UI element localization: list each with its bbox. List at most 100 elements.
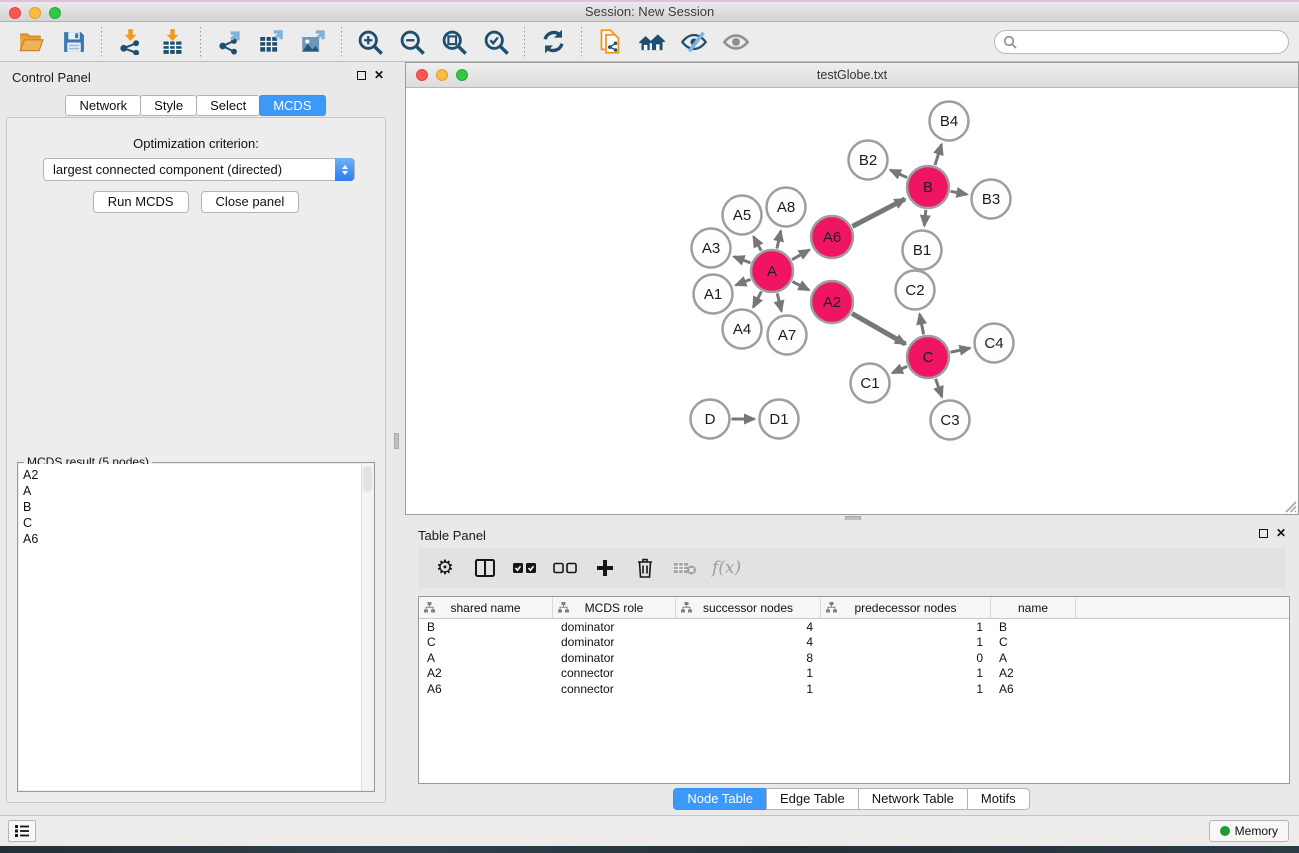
zoom-out-icon[interactable]	[395, 26, 429, 58]
deselect-all-icon[interactable]	[552, 555, 578, 581]
node-A[interactable]: A	[751, 250, 793, 292]
cell-name[interactable]: A6	[991, 682, 1076, 696]
node-B2[interactable]: B2	[849, 141, 888, 180]
close-panel-icon[interactable]: ✕	[374, 70, 384, 80]
save-session-icon[interactable]	[56, 26, 90, 58]
node-C4[interactable]: C4	[975, 324, 1014, 363]
zoom-fit-icon[interactable]	[437, 26, 471, 58]
cell-successor-nodes[interactable]: 4	[676, 620, 821, 634]
cell-shared-name[interactable]: A6	[419, 682, 553, 696]
networks-home-icon[interactable]	[635, 26, 669, 58]
edge-A2-C[interactable]	[852, 313, 905, 344]
cell-successor-nodes[interactable]: 8	[676, 651, 821, 665]
tab-style[interactable]: Style	[140, 95, 197, 116]
edge-B-B2[interactable]	[890, 170, 907, 178]
tab-edge-table[interactable]: Edge Table	[766, 788, 859, 810]
tab-network[interactable]: Network	[65, 95, 141, 116]
cell-name[interactable]: A	[991, 651, 1076, 665]
column-layout-icon[interactable]	[472, 555, 498, 581]
cell-successor-nodes[interactable]: 1	[676, 666, 821, 680]
result-scrollbar[interactable]	[361, 464, 373, 790]
run-mcds-button[interactable]: Run MCDS	[93, 191, 189, 213]
node-D[interactable]: D	[691, 400, 730, 439]
zoom-in-icon[interactable]	[353, 26, 387, 58]
mcds-result-list[interactable]: A2ABCA6	[19, 464, 361, 790]
edge-A-A5[interactable]	[754, 237, 762, 251]
tab-node-table[interactable]: Node Table	[673, 788, 767, 810]
table-row[interactable]: Bdominator41B	[419, 619, 1289, 635]
zoom-selected-icon[interactable]	[479, 26, 513, 58]
node-C3[interactable]: C3	[931, 401, 970, 440]
node-A6[interactable]: A6	[811, 216, 853, 258]
node-A4[interactable]: A4	[723, 310, 762, 349]
edge-A-A2[interactable]	[792, 282, 808, 291]
export-image-icon[interactable]	[296, 26, 330, 58]
column-header-MCDS-role[interactable]: MCDS role	[553, 597, 676, 618]
edge-A-A4[interactable]	[753, 291, 761, 307]
cell-MCDS-role[interactable]: dominator	[553, 635, 676, 649]
open-file-icon[interactable]	[14, 26, 48, 58]
export-network-icon[interactable]	[212, 26, 246, 58]
duplicate-network-icon[interactable]	[593, 26, 627, 58]
search-input[interactable]	[994, 30, 1289, 54]
result-item[interactable]: C	[23, 515, 361, 531]
edge-C-C2[interactable]	[920, 314, 924, 334]
table-row[interactable]: A2connector11A2	[419, 666, 1289, 682]
node-B1[interactable]: B1	[903, 231, 942, 270]
edge-A-A3[interactable]	[734, 257, 751, 263]
criterion-select[interactable]: largest connected component (directed)	[43, 158, 355, 181]
edge-B-B1[interactable]	[924, 210, 925, 226]
tab-network-table[interactable]: Network Table	[858, 788, 968, 810]
show-graphics-details-icon[interactable]	[719, 26, 753, 58]
node-A1[interactable]: A1	[694, 275, 733, 314]
table-row[interactable]: Cdominator41C	[419, 635, 1289, 651]
float-table-panel-icon[interactable]	[1259, 529, 1268, 538]
refresh-layout-icon[interactable]	[536, 26, 570, 58]
node-D1[interactable]: D1	[760, 400, 799, 439]
tab-select[interactable]: Select	[196, 95, 260, 116]
node-B[interactable]: B	[907, 166, 949, 208]
close-panel-button[interactable]: Close panel	[201, 191, 300, 213]
hide-graphics-details-icon[interactable]	[677, 26, 711, 58]
tab-mcds[interactable]: MCDS	[259, 95, 325, 116]
add-column-icon[interactable]	[592, 555, 618, 581]
node-A7[interactable]: A7	[768, 316, 807, 355]
float-panel-icon[interactable]	[357, 71, 366, 80]
result-item[interactable]: A6	[23, 531, 361, 547]
delete-column-icon[interactable]	[632, 555, 658, 581]
table-row[interactable]: A6connector11A6	[419, 681, 1289, 697]
delete-table-icon[interactable]	[672, 555, 698, 581]
select-all-icon[interactable]	[512, 555, 538, 581]
import-network-icon[interactable]	[113, 26, 147, 58]
node-B4[interactable]: B4	[930, 102, 969, 141]
node-B3[interactable]: B3	[972, 180, 1011, 219]
node-C[interactable]: C	[907, 336, 949, 378]
table-settings-gear-icon[interactable]: ⚙	[432, 555, 458, 581]
network-graph[interactable]: AA1A2A3A4A5A6A7A8BB1B2B3B4CC1C2C3C4DD1	[406, 89, 1298, 514]
cell-name[interactable]: C	[991, 635, 1076, 649]
edge-A-A1[interactable]	[736, 279, 751, 285]
cell-predecessor-nodes[interactable]: 1	[821, 682, 991, 696]
edge-C-C1[interactable]	[892, 366, 907, 373]
edge-A-A6[interactable]	[792, 250, 809, 260]
cell-shared-name[interactable]: C	[419, 635, 553, 649]
node-A3[interactable]: A3	[692, 229, 731, 268]
column-header-predecessor-nodes[interactable]: predecessor nodes	[821, 597, 991, 618]
edge-C-C4[interactable]	[950, 348, 970, 352]
edge-A6-B[interactable]	[852, 199, 905, 226]
edge-C-C3[interactable]	[936, 379, 942, 397]
cell-predecessor-nodes[interactable]: 1	[821, 666, 991, 680]
cell-MCDS-role[interactable]: dominator	[553, 651, 676, 665]
cell-successor-nodes[interactable]: 4	[676, 635, 821, 649]
cell-predecessor-nodes[interactable]: 1	[821, 635, 991, 649]
cell-shared-name[interactable]: A2	[419, 666, 553, 680]
cell-name[interactable]: B	[991, 620, 1076, 634]
function-builder-icon[interactable]: f(x)	[712, 555, 741, 581]
cell-MCDS-role[interactable]: connector	[553, 666, 676, 680]
column-header-successor-nodes[interactable]: successor nodes	[676, 597, 821, 618]
node-A2[interactable]: A2	[811, 281, 853, 323]
cell-predecessor-nodes[interactable]: 1	[821, 620, 991, 634]
result-item[interactable]: A	[23, 483, 361, 499]
close-table-panel-icon[interactable]: ✕	[1276, 528, 1286, 538]
edge-B-B3[interactable]	[951, 191, 967, 194]
